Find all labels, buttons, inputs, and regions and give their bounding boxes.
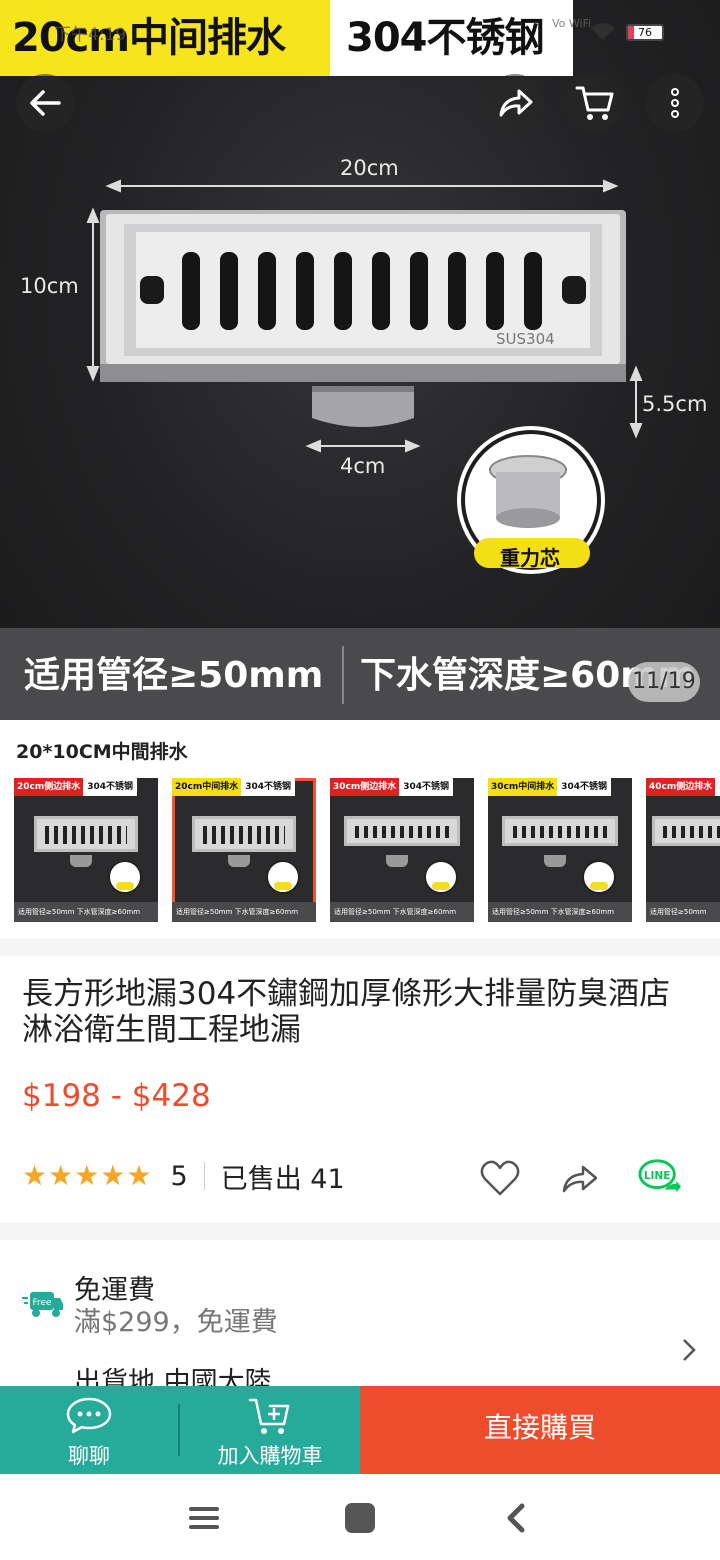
favorite-button[interactable] bbox=[478, 1156, 522, 1200]
status-network: Vo WiFi bbox=[552, 17, 592, 30]
back-button[interactable] bbox=[16, 74, 74, 132]
nav-back-button[interactable] bbox=[494, 1496, 538, 1540]
share-product-button[interactable] bbox=[558, 1156, 602, 1200]
image-counter: 11/19 bbox=[628, 662, 700, 702]
shopping-cart-icon bbox=[575, 86, 614, 120]
svg-text:Free: Free bbox=[32, 1298, 52, 1308]
variant-thumbnails[interactable]: 20cm侧边排水 304不锈钢 适用管径≥50mm 下水管深度≥60mm 20cm… bbox=[14, 778, 720, 922]
share-button[interactable] bbox=[486, 74, 544, 132]
status-bar: 下午4:19 Vo WiFi 76 bbox=[0, 0, 720, 64]
chat-bubble-icon bbox=[66, 1397, 112, 1434]
thumb-pipe bbox=[544, 855, 566, 867]
cart-button[interactable] bbox=[566, 74, 624, 132]
thumb-header: 30cm中间排水 304不锈钢 bbox=[488, 778, 612, 796]
more-vertical-icon bbox=[671, 88, 679, 118]
product-price: $198 - $428 bbox=[22, 1078, 211, 1114]
wifi-icon bbox=[591, 23, 615, 40]
thumb-drain bbox=[652, 816, 720, 846]
svg-text:LINE: LINE bbox=[644, 1170, 671, 1182]
thumb-pipe bbox=[228, 855, 250, 867]
variant-thumb[interactable]: 20cm侧边排水 304不锈钢 适用管径≥50mm 下水管深度≥60mm bbox=[14, 778, 158, 922]
line-share-button[interactable]: LINE bbox=[638, 1156, 682, 1200]
shipping-subtitle: 滿$299，免運費 bbox=[74, 1307, 278, 1338]
dimension-height: 10cm bbox=[20, 274, 79, 298]
section-separator bbox=[0, 938, 720, 956]
rating-row: ★★★★★ 5 已售出 41 bbox=[22, 1156, 345, 1196]
section-separator bbox=[0, 1222, 720, 1240]
status-time: 下午4:19 bbox=[54, 25, 127, 45]
add-to-cart-label: 加入購物車 bbox=[217, 1444, 323, 1468]
home-square-icon bbox=[345, 1503, 375, 1533]
rating-value: 5 bbox=[170, 1160, 188, 1192]
add-to-cart-button[interactable]: 加入購物車 bbox=[180, 1386, 360, 1474]
share-arrow-icon bbox=[562, 1165, 598, 1193]
selected-variant-label: 20*10CM中間排水 bbox=[16, 741, 188, 763]
buy-now-button[interactable]: 直接購買 bbox=[360, 1386, 720, 1474]
thumb-pipe bbox=[386, 855, 408, 867]
battery-icon: 76 bbox=[626, 24, 664, 41]
thumb-core-badge bbox=[424, 860, 458, 894]
menu-icon bbox=[189, 1507, 219, 1529]
chat-button[interactable]: 聊聊 bbox=[0, 1386, 178, 1474]
thumb-core-badge bbox=[582, 860, 616, 894]
star-rating-icon: ★★★★★ bbox=[22, 1159, 153, 1192]
chevron-right-icon bbox=[683, 1339, 696, 1361]
shipping-section[interactable]: Free 免運費 滿$299，免運費 出貨地 中國大陸 bbox=[0, 1240, 720, 1398]
variant-thumb[interactable]: 40cm侧边排水3 适用管径≥50mm bbox=[646, 778, 720, 922]
line-share-icon: LINE bbox=[638, 1159, 682, 1193]
core-label: 重力芯 bbox=[500, 546, 560, 570]
rating-divider bbox=[203, 1162, 205, 1190]
share-arrow-icon bbox=[499, 89, 533, 117]
thumb-header: 20cm侧边排水 304不锈钢 bbox=[14, 778, 138, 796]
thumb-drain bbox=[192, 816, 296, 852]
thumb-header: 30cm侧边排水 304不锈钢 bbox=[330, 778, 454, 796]
sold-count: 已售出 41 bbox=[220, 1163, 345, 1195]
dimension-pipe: 4cm bbox=[340, 454, 386, 478]
thumb-footer: 适用管径≥50mm 下水管深度≥60mm bbox=[172, 902, 316, 922]
dimension-depth: 5.5cm bbox=[642, 392, 708, 416]
thumb-header: 40cm侧边排水3 bbox=[646, 778, 720, 796]
thumb-drain bbox=[344, 816, 460, 846]
free-shipping-truck-icon: Free bbox=[22, 1292, 63, 1317]
product-title: 長方形地漏304不鏽鋼加厚條形大排量防臭酒店淋浴衛生間工程地漏 bbox=[22, 976, 671, 1048]
variant-thumb-selected[interactable]: 20cm中间排水 304不锈钢 适用管径≥50mm 下水管深度≥60mm bbox=[172, 778, 316, 922]
thumb-footer: 适用管径≥50mm 下水管深度≥60mm bbox=[14, 902, 158, 922]
variant-thumb[interactable]: 30cm中间排水 304不锈钢 适用管径≥50mm 下水管深度≥60mm bbox=[488, 778, 632, 922]
purchase-action-bar: 聊聊 加入購物車 直接購買 bbox=[0, 1386, 720, 1474]
chat-label: 聊聊 bbox=[68, 1444, 110, 1468]
nav-home-button[interactable] bbox=[338, 1496, 382, 1540]
spec-pipe-diameter: 适用管径≥50mm bbox=[24, 655, 324, 696]
more-button[interactable] bbox=[646, 74, 704, 132]
thumb-footer: 适用管径≥50mm 下水管深度≥60mm bbox=[488, 902, 632, 922]
thumb-pipe bbox=[70, 855, 92, 867]
back-chevron-icon bbox=[507, 1503, 525, 1533]
system-nav-bar bbox=[0, 1474, 720, 1560]
thumb-core-badge bbox=[266, 860, 300, 894]
thumb-footer: 适用管径≥50mm 下水管深度≥60mm bbox=[330, 902, 474, 922]
grate-mark: SUS304 bbox=[496, 330, 555, 348]
dimension-width: 20cm bbox=[340, 156, 399, 180]
variant-thumb[interactable]: 30cm侧边排水 304不锈钢 适用管径≥50mm 下水管深度≥60mm bbox=[330, 778, 474, 922]
thumb-drain bbox=[502, 816, 618, 846]
thumb-core-badge bbox=[108, 860, 142, 894]
thumb-drain bbox=[34, 816, 138, 852]
thumb-footer: 适用管径≥50mm bbox=[646, 902, 720, 922]
arrow-left-icon bbox=[30, 90, 61, 116]
spec-divider bbox=[342, 646, 344, 704]
heart-icon bbox=[480, 1160, 520, 1196]
thumb-header: 20cm中间排水 304不锈钢 bbox=[172, 778, 296, 796]
add-cart-icon bbox=[248, 1398, 290, 1434]
nav-menu-button[interactable] bbox=[182, 1496, 226, 1540]
